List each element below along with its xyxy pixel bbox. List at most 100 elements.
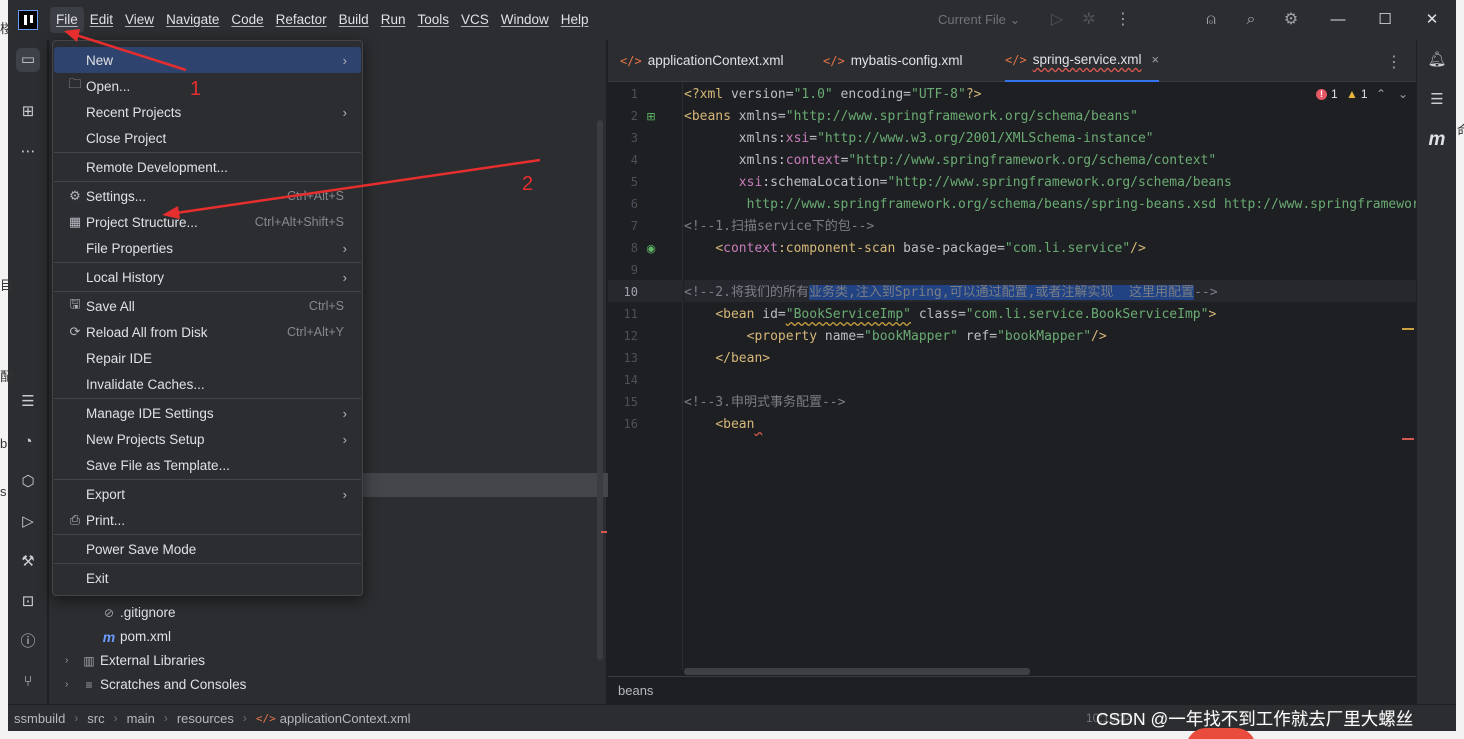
breadcrumb-item[interactable]: src bbox=[87, 711, 104, 726]
previous-highlight-icon[interactable]: ⌃ bbox=[1376, 87, 1386, 101]
menu-file[interactable]: File bbox=[50, 7, 84, 33]
database-icon[interactable]: ☰ bbox=[1425, 88, 1449, 112]
breadcrumb-item[interactable]: applicationContext.xml bbox=[280, 711, 411, 726]
build-hammer-icon[interactable]: ⚒ bbox=[16, 550, 40, 574]
file-menu-item-export[interactable]: Export › bbox=[54, 481, 361, 507]
menu-build[interactable]: Build bbox=[333, 7, 375, 33]
code-token: --> bbox=[1194, 285, 1218, 300]
code-token: "com.li.service" bbox=[1004, 241, 1131, 256]
breadcrumb-separator-icon: › bbox=[74, 711, 79, 725]
git-branch-icon[interactable]: ⑂ bbox=[16, 670, 40, 694]
maven-icon: m bbox=[102, 629, 116, 645]
editor-tabs: ⋮ </> applicationContext.xml </> mybatis-co… bbox=[608, 40, 1416, 82]
breadcrumb-item[interactable]: main bbox=[127, 711, 155, 726]
spring-bean-gutter-icon[interactable]: ⊞ bbox=[644, 110, 658, 124]
menu-edit[interactable]: Edit bbox=[84, 7, 119, 33]
database-icon[interactable]: ☰ bbox=[16, 390, 40, 414]
file-menu-item-recent-projects[interactable]: Recent Projects › bbox=[54, 99, 361, 125]
menu-item-label: Open... bbox=[86, 78, 131, 94]
breadcrumb-item[interactable]: resources bbox=[177, 711, 234, 726]
menu-window[interactable]: Window bbox=[495, 7, 555, 33]
structure-icon[interactable]: ⊞ bbox=[16, 100, 40, 124]
services-icon[interactable]: ⬡ bbox=[16, 470, 40, 494]
next-highlight-icon[interactable]: ⌄ bbox=[1398, 87, 1408, 101]
menu-code[interactable]: Code bbox=[225, 7, 269, 33]
file-menu-item-power-save-mode[interactable]: Power Save Mode bbox=[54, 536, 361, 562]
file-menu-item-project-structure[interactable]: ▦ Project Structure... Ctrl+Alt+Shift+S bbox=[54, 209, 361, 235]
maven-icon[interactable]: m bbox=[1425, 128, 1449, 152]
file-menu-item-local-history[interactable]: Local History › bbox=[54, 264, 361, 290]
file-menu-item-remote-development[interactable]: Remote Development... bbox=[54, 154, 361, 180]
run-configuration-selector[interactable]: Current File ⌄ bbox=[938, 12, 1020, 28]
menu-run[interactable]: Run bbox=[375, 7, 412, 33]
more-tools-icon[interactable]: ⋯ bbox=[16, 140, 40, 164]
selected-tree-row[interactable] bbox=[363, 473, 636, 497]
tree-item[interactable]: ⊘ .gitignore bbox=[101, 601, 176, 625]
file-menu-item-invalidate-caches[interactable]: Invalidate Caches... bbox=[54, 371, 361, 397]
file-menu-item-open[interactable]: 🗀 Open... bbox=[54, 73, 361, 99]
file-menu-item-exit[interactable]: Exit bbox=[54, 565, 361, 591]
run-icon[interactable]: ▷ bbox=[1046, 10, 1068, 30]
editor-tab[interactable]: </> spring-service.xml × bbox=[1005, 39, 1160, 82]
file-menu-item-settings[interactable]: ⚙ Settings... Ctrl+Alt+S bbox=[54, 183, 361, 209]
editor-breadcrumb[interactable]: beans bbox=[618, 683, 653, 698]
problems-icon[interactable]: ⓘ bbox=[16, 630, 40, 654]
tree-item[interactable]: › ≡ Scratches and Consoles bbox=[65, 673, 246, 697]
project-folder-icon[interactable]: ▭ bbox=[16, 48, 40, 72]
tree-item-label: .gitignore bbox=[120, 605, 176, 620]
search-icon[interactable]: ⌕ bbox=[1240, 10, 1262, 30]
file-menu-item-print[interactable]: ⎙ Print... bbox=[54, 507, 361, 533]
file-menu-item-new[interactable]: New › bbox=[54, 47, 361, 73]
settings-gear-icon[interactable]: ⚙ bbox=[1280, 10, 1302, 30]
profiler-icon[interactable]: ◔ bbox=[16, 430, 40, 454]
maximize-window-icon[interactable]: ☐ bbox=[1373, 8, 1397, 32]
menu-view[interactable]: View bbox=[119, 7, 160, 33]
editor-tab[interactable]: </> applicationContext.xml bbox=[620, 40, 784, 82]
intellij-logo-icon[interactable] bbox=[18, 10, 38, 30]
menu-help[interactable]: Help bbox=[555, 7, 595, 33]
file-menu-item-manage-ide-settings[interactable]: Manage IDE Settings › bbox=[54, 400, 361, 426]
file-menu-item-close-project[interactable]: Close Project bbox=[54, 125, 361, 151]
tabs-more-icon[interactable]: ⋮ bbox=[1386, 52, 1402, 72]
breadcrumb-item[interactable]: ssmbuild bbox=[14, 711, 65, 726]
menu-separator bbox=[54, 181, 361, 182]
notifications-bell-icon[interactable]: 🔔︎ bbox=[1425, 48, 1449, 72]
file-menu-item-new-projects-setup[interactable]: New Projects Setup › bbox=[54, 426, 361, 452]
code-with-me-icon[interactable]: ⍝ bbox=[1200, 10, 1222, 30]
project-scrollbar[interactable] bbox=[597, 120, 603, 660]
more-actions-icon[interactable]: ⋮ bbox=[1112, 10, 1134, 30]
code-line: <bean id="BookServiceImp" class="com.li.… bbox=[684, 304, 1216, 326]
file-menu-item-reload-all-from-disk[interactable]: ⟳ Reload All from Disk Ctrl+Alt+Y bbox=[54, 319, 361, 345]
tree-item[interactable]: › ▥ External Libraries bbox=[65, 649, 205, 673]
file-menu-item-file-properties[interactable]: File Properties › bbox=[54, 235, 361, 261]
editor-tab[interactable]: </> mybatis-config.xml bbox=[823, 40, 962, 82]
expand-chevron-icon[interactable]: › bbox=[65, 649, 77, 673]
inspection-errors[interactable]: ! 1 bbox=[1316, 87, 1338, 101]
close-tab-icon[interactable]: × bbox=[1151, 39, 1159, 81]
debug-icon[interactable]: ✲ bbox=[1078, 10, 1100, 30]
menu-item-shortcut: Ctrl+S bbox=[308, 299, 344, 313]
close-window-icon[interactable]: ✕ bbox=[1420, 8, 1444, 32]
expand-chevron-icon[interactable]: › bbox=[65, 673, 77, 697]
menu-item-label: Reload All from Disk bbox=[86, 324, 208, 340]
tree-item[interactable]: m pom.xml bbox=[101, 625, 171, 649]
minimize-window-icon[interactable]: — bbox=[1326, 8, 1350, 32]
menu-refactor[interactable]: Refactor bbox=[270, 7, 333, 33]
code-token: version= bbox=[730, 87, 794, 102]
file-menu-item-save-file-as-template[interactable]: Save File as Template... bbox=[54, 452, 361, 478]
terminal-icon[interactable]: ⊡ bbox=[16, 590, 40, 614]
inspection-warnings[interactable]: ▲ 1 bbox=[1346, 87, 1368, 101]
code-area[interactable]: <?xml version="1.0" encoding="UTF-8"?> <b… bbox=[684, 82, 1416, 670]
component-scan-gutter-icon[interactable]: ◉ bbox=[644, 242, 658, 256]
code-token: xmlns: bbox=[738, 131, 786, 146]
file-menu-item-save-all[interactable]: 🖫 Save All Ctrl+S bbox=[54, 293, 361, 319]
menu-vcs[interactable]: VCS bbox=[455, 7, 495, 33]
menu-tools[interactable]: Tools bbox=[411, 7, 455, 33]
run-tool-icon[interactable]: ▷ bbox=[16, 510, 40, 534]
file-menu-item-repair-ide[interactable]: Repair IDE bbox=[54, 345, 361, 371]
code-token: context bbox=[723, 241, 778, 256]
horizontal-scrollbar[interactable] bbox=[684, 668, 1030, 675]
menu-navigate[interactable]: Navigate bbox=[160, 7, 225, 33]
